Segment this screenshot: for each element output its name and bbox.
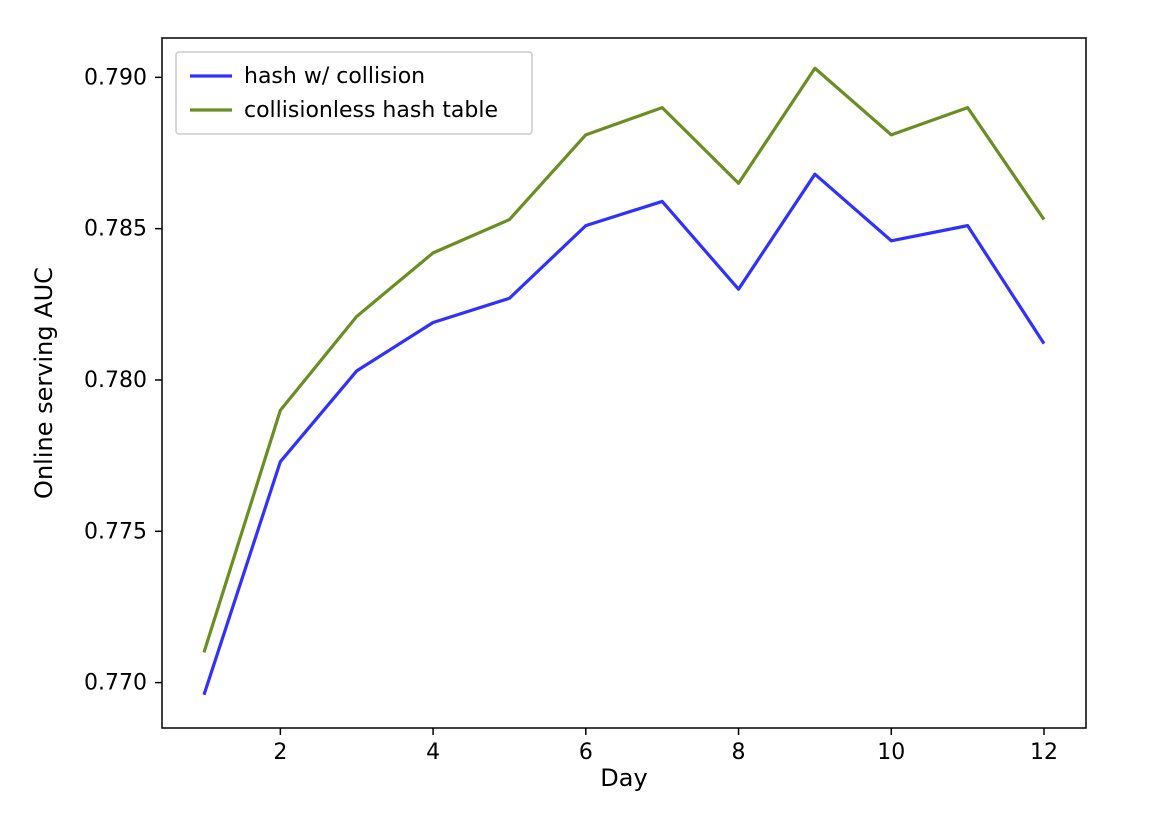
x-tick-label: 12 [1030,740,1058,765]
legend-label: hash w/ collision [244,64,425,89]
x-tick-label: 10 [877,740,905,765]
series-line [204,174,1044,695]
y-tick-label: 0.780 [84,368,147,393]
line-chart: 2 4 6 8 10 12 0.770 0.775 0.780 0.785 0.790 Day Onli… [0,0,1154,828]
x-axis-label: Day [600,764,647,792]
y-tick-label: 0.790 [84,65,147,90]
x-tick-label: 4 [426,740,440,765]
y-axis-label: Online serving AUC [30,267,58,499]
y-tick-label: 0.775 [84,519,147,544]
y-tick-label: 0.770 [84,671,147,696]
legend-label: collisionless hash table [244,98,498,123]
x-tick-label: 8 [732,740,746,765]
y-tick-label: 0.785 [84,217,147,242]
x-tick-label: 6 [579,740,593,765]
series-line [204,68,1044,652]
x-tick-label: 2 [273,740,287,765]
chart-svg: 2 4 6 8 10 12 0.770 0.775 0.780 0.785 0.790 Day Onli… [0,0,1154,828]
